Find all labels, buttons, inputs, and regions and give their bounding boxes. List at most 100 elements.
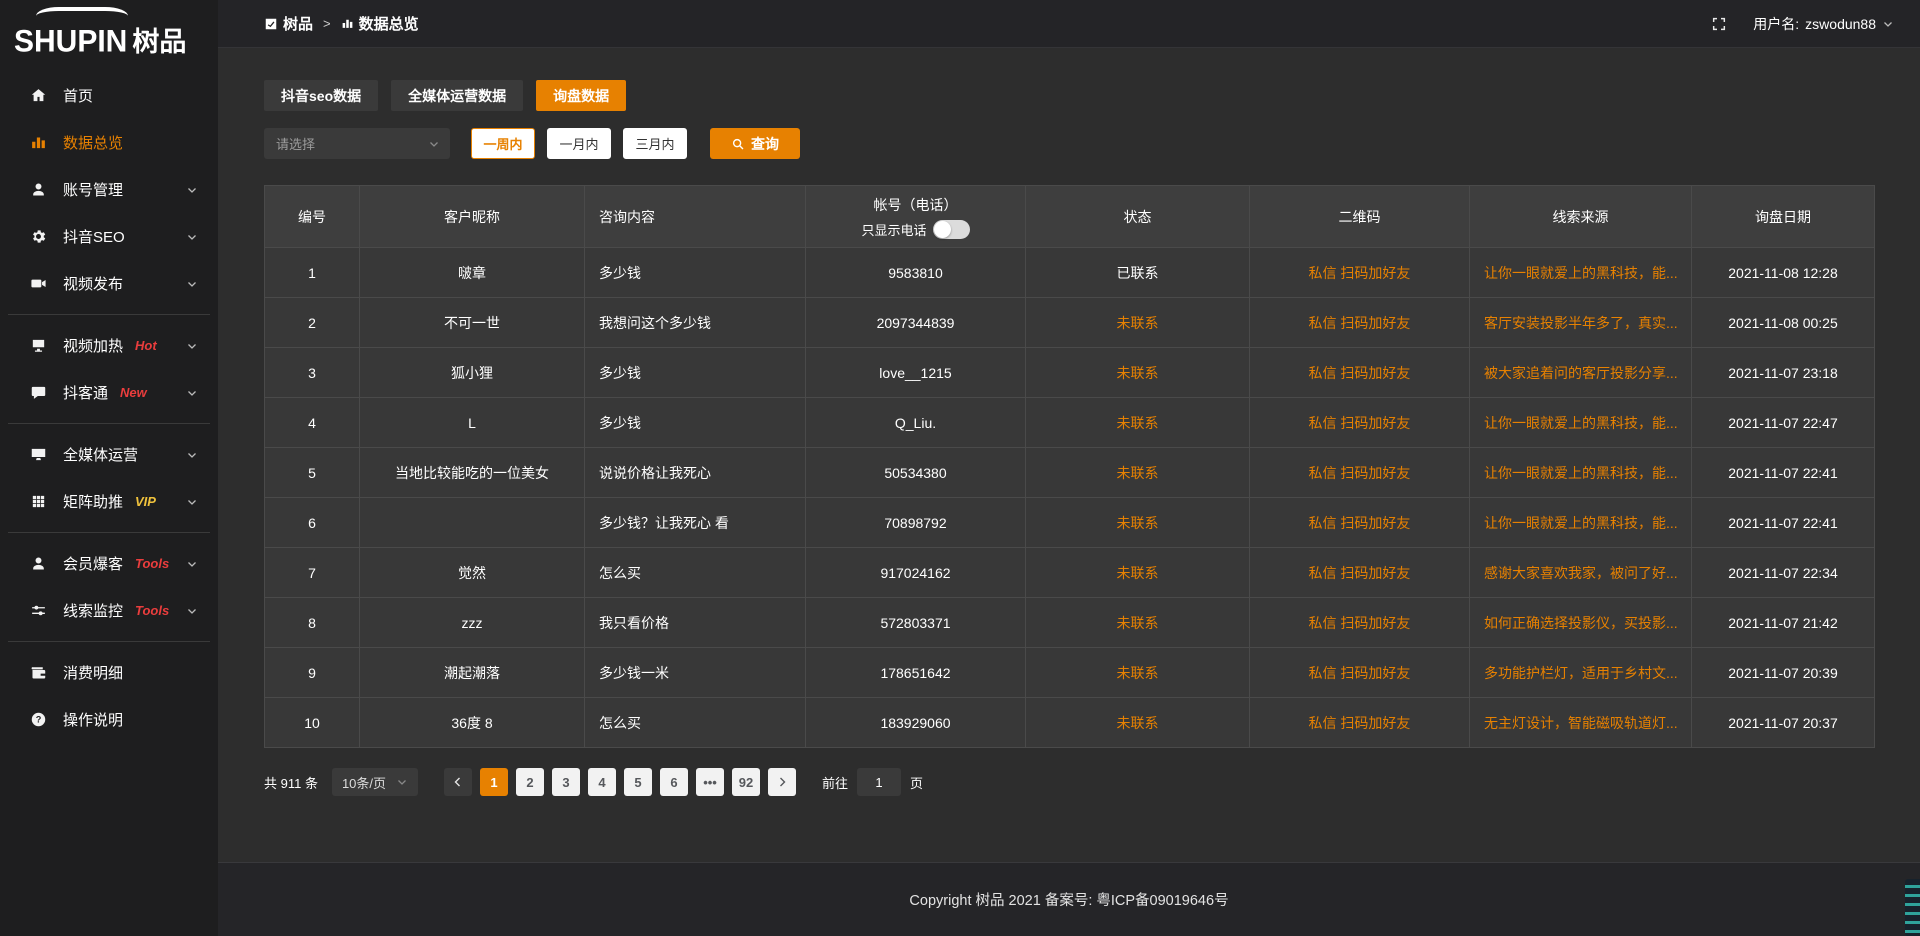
sidebar: SHUPIN树品 首页数据总览账号管理抖音SEO视频发布视频加热Hot抖客通Ne… (0, 0, 218, 936)
filter-select-placeholder: 请选择 (276, 134, 315, 153)
chevron-down-icon (186, 496, 198, 508)
next-page-button[interactable] (768, 768, 796, 796)
sidebar-item-douketong[interactable]: 抖客通New (0, 369, 218, 416)
cell-account: 2097344839 (806, 298, 1026, 348)
page-size-select[interactable]: 10条/页 (332, 768, 418, 796)
query-button-label: 查询 (751, 134, 779, 154)
tab-1[interactable]: 全媒体运营数据 (391, 80, 523, 111)
qr-link[interactable]: 私信 扫码加好友 (1250, 398, 1470, 448)
qr-link[interactable]: 私信 扫码加好友 (1250, 698, 1470, 748)
qr-link[interactable]: 私信 扫码加好友 (1250, 548, 1470, 598)
grid-icon (28, 493, 48, 510)
page-button-5[interactable]: 5 (624, 768, 652, 796)
sidebar-item-video-publish[interactable]: 视频发布 (0, 260, 218, 307)
sidebar-item-label: 操作说明 (63, 709, 123, 730)
qr-link[interactable]: 私信 扫码加好友 (1250, 498, 1470, 548)
menu-divider (8, 423, 210, 424)
breadcrumb-page[interactable]: 数据总览 (341, 13, 419, 34)
cell-content: 我只看价格 (585, 598, 806, 648)
sidebar-item-help[interactable]: ? 操作说明 (0, 696, 218, 743)
source-link[interactable]: 让你一眼就爱上的黑科技，能... (1470, 248, 1692, 298)
range-button-1[interactable]: 一月内 (547, 128, 611, 159)
menu-divider (8, 314, 210, 315)
topbar: 树品 > 数据总览 用户名: zswodun88 (218, 0, 1920, 48)
question-icon: ? (28, 711, 48, 728)
cell-date: 2021-11-07 20:39 (1692, 648, 1875, 698)
breadcrumb-site[interactable]: 树品 (264, 13, 313, 34)
cell-nickname: zzz (360, 598, 585, 648)
monitor-icon (28, 446, 48, 463)
breadcrumb-separator: > (323, 16, 331, 31)
source-link[interactable]: 让你一眼就爱上的黑科技，能... (1470, 498, 1692, 548)
qr-link[interactable]: 私信 扫码加好友 (1250, 298, 1470, 348)
status-badge: 未联系 (1026, 448, 1250, 498)
sidebar-item-video-heat[interactable]: 视频加热Hot (0, 322, 218, 369)
source-link[interactable]: 感谢大家喜欢我家，被问了好... (1470, 548, 1692, 598)
page-button-2[interactable]: 2 (516, 768, 544, 796)
sidebar-item-label: 视频加热 (63, 335, 123, 356)
column-header-6: 线索来源 (1470, 186, 1692, 248)
cell-id: 9 (265, 648, 360, 698)
qr-link[interactable]: 私信 扫码加好友 (1250, 448, 1470, 498)
logo[interactable]: SHUPIN树品 (0, 0, 218, 64)
range-button-2[interactable]: 三月内 (623, 128, 687, 159)
qr-link[interactable]: 私信 扫码加好友 (1250, 248, 1470, 298)
qr-link[interactable]: 私信 扫码加好友 (1250, 598, 1470, 648)
sidebar-item-matrix-boost[interactable]: 矩阵助推VIP (0, 478, 218, 525)
cell-nickname: 狐小狸 (360, 348, 585, 398)
sidebar-item-label: 首页 (63, 85, 93, 106)
cell-content: 多少钱 (585, 348, 806, 398)
sidebar-item-home[interactable]: 首页 (0, 72, 218, 119)
goto-page-input[interactable] (857, 768, 901, 796)
sidebar-item-lead-monitor[interactable]: 线索监控Tools (0, 587, 218, 634)
fullscreen-icon[interactable] (1711, 16, 1727, 32)
sidebar-item-label: 消费明细 (63, 662, 123, 683)
prev-page-button[interactable] (444, 768, 472, 796)
query-button[interactable]: 查询 (710, 128, 800, 159)
cell-account: 178651642 (806, 648, 1026, 698)
logo-text-en: SHUPIN (14, 24, 127, 60)
page-button-4[interactable]: 4 (588, 768, 616, 796)
source-link[interactable]: 让你一眼就爱上的黑科技，能... (1470, 398, 1692, 448)
cell-date: 2021-11-07 22:47 (1692, 398, 1875, 448)
tab-0[interactable]: 抖音seo数据 (264, 80, 378, 111)
phone-only-toggle[interactable] (933, 220, 970, 239)
sidebar-item-douyin-seo[interactable]: 抖音SEO (0, 213, 218, 260)
source-link[interactable]: 让你一眼就爱上的黑科技，能... (1470, 448, 1692, 498)
sidebar-item-data-overview[interactable]: 数据总览 (0, 119, 218, 166)
goto-label: 前往 (822, 773, 848, 792)
chevron-down-icon (186, 449, 198, 461)
copyright-text: Copyright 树品 2021 备案号: 粤ICP备09019646号 (909, 889, 1228, 910)
source-link[interactable]: 无主灯设计，智能磁吸轨道灯... (1470, 698, 1692, 748)
cell-account: Q_Liu. (806, 398, 1026, 448)
sidebar-item-media-ops[interactable]: 全媒体运营 (0, 431, 218, 478)
filter-select[interactable]: 请选择 (264, 128, 450, 159)
sidebar-item-label: 全媒体运营 (63, 444, 138, 465)
range-button-0[interactable]: 一周内 (471, 128, 535, 159)
cell-content: 怎么买 (585, 698, 806, 748)
page-button-3[interactable]: 3 (552, 768, 580, 796)
source-link[interactable]: 多功能护栏灯，适用于乡村文... (1470, 648, 1692, 698)
user-icon (28, 181, 48, 198)
sidebar-item-label: 矩阵助推 (63, 491, 123, 512)
floating-widget[interactable] (1905, 879, 1920, 936)
sidebar-item-member-burst[interactable]: 会员爆客Tools (0, 540, 218, 587)
source-link[interactable]: 客厅安装投影半年多了，真实... (1470, 298, 1692, 348)
page-button-6[interactable]: 6 (660, 768, 688, 796)
source-link[interactable]: 被大家追着问的客厅投影分享... (1470, 348, 1692, 398)
qr-link[interactable]: 私信 扫码加好友 (1250, 348, 1470, 398)
sidebar-item-account[interactable]: 账号管理 (0, 166, 218, 213)
sidebar-item-label: 抖客通 (63, 382, 108, 403)
tab-2[interactable]: 询盘数据 (536, 80, 626, 111)
topbar-right: 用户名: zswodun88 (1711, 14, 1894, 34)
cell-nickname: 觉然 (360, 548, 585, 598)
page-ellipsis-button[interactable]: ••• (696, 768, 724, 796)
qr-link[interactable]: 私信 扫码加好友 (1250, 648, 1470, 698)
page-button-1[interactable]: 1 (480, 768, 508, 796)
sidebar-item-consume-detail[interactable]: 消费明细 (0, 649, 218, 696)
sliders-icon (28, 602, 48, 619)
gear-icon (28, 228, 48, 245)
page-button-92[interactable]: 92 (732, 768, 760, 796)
source-link[interactable]: 如何正确选择投影仪，买投影... (1470, 598, 1692, 648)
user-menu[interactable]: 用户名: zswodun88 (1753, 14, 1894, 34)
